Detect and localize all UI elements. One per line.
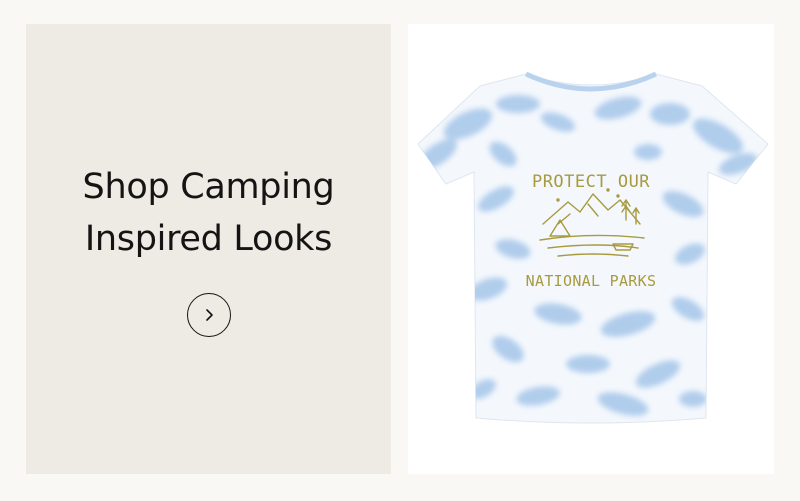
chevron-right-icon: [205, 309, 213, 321]
tie-dye-tshirt-image[interactable]: PROTECT OUR NATIONAL PARKS: [408, 24, 774, 474]
promo-panel: Shop Camping Inspired Looks: [26, 24, 391, 474]
print-text-line-1: PROTECT OUR: [532, 172, 650, 192]
heading-line-2: Inspired Looks: [84, 219, 333, 259]
promo-heading: Shop Camping Inspired Looks: [44, 161, 374, 265]
product-image-panel[interactable]: PROTECT OUR NATIONAL PARKS: [408, 24, 774, 474]
shop-arrow-button[interactable]: [186, 293, 231, 337]
heading-line-1: Shop Camping: [82, 167, 335, 207]
print-text-line-2: NATIONAL PARKS: [526, 272, 657, 290]
